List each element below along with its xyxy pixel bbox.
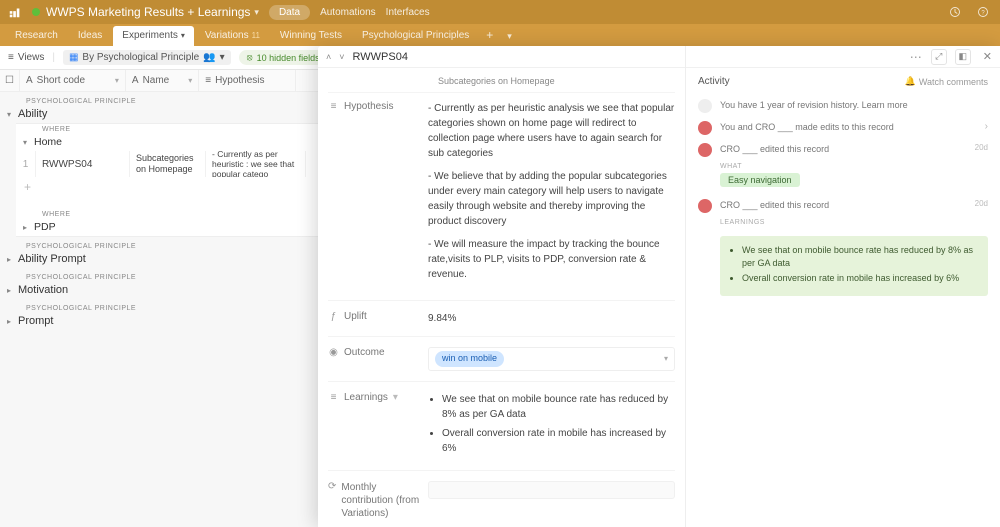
chevron-down-icon: ▾ bbox=[220, 52, 225, 63]
field-value-learnings[interactable]: We see that on mobile bounce rate has re… bbox=[428, 392, 675, 460]
longtext-icon: ≡ bbox=[328, 392, 339, 403]
activity-panel: ⋯ ⤢ ◧ ✕ Activity 🔔Watch comments You hav… bbox=[686, 46, 1000, 527]
prev-record-button[interactable]: ˄ bbox=[326, 52, 331, 62]
field-value-outcome[interactable]: win on mobile▾ bbox=[428, 347, 675, 371]
bell-icon: 🔔 bbox=[905, 76, 916, 87]
record-overlay: ˄ ˅ RWWPS04 Subcategories on Homepage ≡H… bbox=[318, 46, 1000, 527]
eye-off-icon: ⦻ bbox=[247, 52, 253, 63]
col-short-code[interactable]: AShort code▾ bbox=[20, 70, 126, 91]
chevron-down-icon: ▾ bbox=[254, 7, 259, 18]
activity-entry[interactable]: CRO ___ edited this record 20d bbox=[686, 195, 1000, 217]
field-value-hypothesis[interactable]: - Currently as per heuristic analysis we… bbox=[428, 101, 675, 290]
col-hypothesis[interactable]: ≡Hypothesis bbox=[199, 70, 295, 91]
people-icon: 👥 bbox=[203, 52, 215, 63]
add-table-button[interactable]: + bbox=[480, 24, 499, 46]
tab-experiments[interactable]: Experiments▾ bbox=[113, 26, 194, 46]
field-name-value: Subcategories on Homepage bbox=[328, 74, 675, 93]
avatar-icon bbox=[698, 121, 712, 135]
field-label-monthly: ⟳Monthly contribution (from Variations) bbox=[328, 481, 428, 520]
longtext-icon: ≡ bbox=[328, 101, 339, 112]
nav-data[interactable]: Data bbox=[269, 5, 310, 20]
formula-icon: ƒ bbox=[328, 311, 339, 322]
next-record-button[interactable]: ˅ bbox=[339, 52, 344, 62]
longtext-field-icon: ≡ bbox=[205, 75, 211, 86]
base-title[interactable]: WWPS Marketing Results + Learnings ▾ bbox=[32, 5, 259, 19]
nav-automations[interactable]: Automations bbox=[320, 7, 376, 18]
collapse-icon[interactable]: ▾ bbox=[0, 110, 18, 119]
history-icon[interactable] bbox=[946, 3, 964, 21]
select-icon: ◉ bbox=[328, 347, 339, 358]
avatar-icon bbox=[698, 199, 712, 213]
col-name[interactable]: AName▾ bbox=[126, 70, 199, 91]
view-selector[interactable]: ▦ By Psychological Principle 👥 ▾ bbox=[63, 50, 231, 65]
row-number: 1 bbox=[16, 151, 36, 177]
tab-chevron-icon[interactable]: ▾ bbox=[501, 27, 518, 46]
grid-view-icon: ▦ bbox=[69, 52, 78, 63]
close-button[interactable]: ✕ bbox=[983, 50, 992, 63]
cell-short[interactable]: RWWPS04 bbox=[36, 151, 130, 177]
activity-title: Activity bbox=[698, 76, 730, 87]
status-dot-icon bbox=[32, 8, 40, 16]
record-detail-panel: ˄ ˅ RWWPS04 Subcategories on Homepage ≡H… bbox=[318, 46, 686, 527]
watch-comments-button[interactable]: 🔔Watch comments bbox=[905, 76, 988, 87]
tab-variations[interactable]: Variations11 bbox=[196, 26, 269, 46]
chevron-right-icon: › bbox=[985, 121, 988, 135]
avatar-icon bbox=[698, 143, 712, 157]
field-value-monthly[interactable] bbox=[428, 481, 675, 520]
text-field-icon: A bbox=[132, 75, 139, 86]
expand-icon[interactable]: ⤢ bbox=[931, 49, 947, 65]
activity-entry[interactable]: You and CRO ___ made edits to this recor… bbox=[686, 117, 1000, 139]
help-icon[interactable]: ? bbox=[974, 3, 992, 21]
rollup-icon: ⟳ bbox=[328, 481, 336, 492]
app-topbar: WWPS Marketing Results + Learnings ▾ Dat… bbox=[0, 0, 1000, 24]
sidebar-toggle-icon[interactable]: ◧ bbox=[955, 49, 971, 65]
field-label-learnings: ≡Learnings ▾ bbox=[328, 392, 428, 460]
nav-interfaces[interactable]: Interfaces bbox=[386, 7, 430, 18]
field-label-hypothesis: ≡Hypothesis bbox=[328, 101, 428, 290]
field-label-outcome: ◉Outcome bbox=[328, 347, 428, 371]
record-title: RWWPS04 bbox=[353, 51, 408, 63]
tab-ideas[interactable]: Ideas bbox=[69, 26, 111, 46]
airtable-logo-icon bbox=[8, 5, 22, 19]
table-tabs: Research Ideas Experiments▾ Variations11… bbox=[0, 24, 1000, 46]
field-value-uplift[interactable]: 9.84% bbox=[428, 311, 675, 326]
cell-hyp[interactable]: - Currently as per heuristic : we see th… bbox=[206, 151, 306, 177]
activity-what-card: WHAT Easy navigation bbox=[720, 163, 1000, 187]
menu-icon: ≡ bbox=[8, 52, 14, 63]
tab-research[interactable]: Research bbox=[6, 26, 67, 46]
info-icon bbox=[698, 99, 712, 113]
tab-winning[interactable]: Winning Tests bbox=[271, 26, 351, 46]
activity-entry: You have 1 year of revision history. Lea… bbox=[686, 95, 1000, 117]
svg-text:?: ? bbox=[981, 10, 985, 16]
cell-name[interactable]: Subcategories on Homepage bbox=[130, 151, 206, 177]
views-button[interactable]: ≡ Views bbox=[8, 52, 44, 63]
text-field-icon: A bbox=[26, 75, 33, 86]
activity-learnings-label: LEARNINGS bbox=[720, 219, 1000, 226]
more-options-button[interactable]: ⋯ bbox=[910, 50, 923, 64]
checkbox-column[interactable]: ☐ bbox=[0, 70, 20, 91]
field-label-uplift: ƒUplift bbox=[328, 311, 428, 326]
tab-psych[interactable]: Psychological Principles bbox=[353, 26, 478, 46]
activity-entry[interactable]: CRO ___ edited this record 20d bbox=[686, 139, 1000, 161]
activity-learnings-card: We see that on mobile bounce rate has re… bbox=[720, 236, 988, 296]
hidden-fields-button[interactable]: ⦻ 10 hidden fields bbox=[239, 50, 328, 65]
